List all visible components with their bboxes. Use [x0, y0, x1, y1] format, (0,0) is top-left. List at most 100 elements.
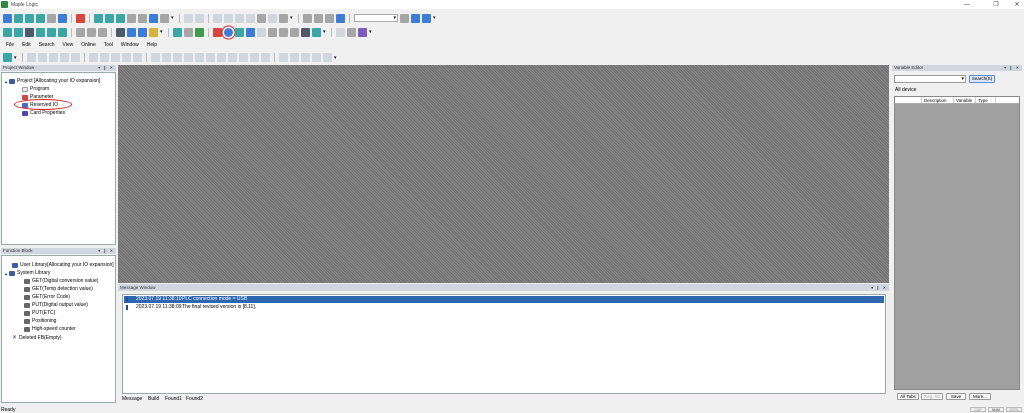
save-as-icon[interactable] [58, 13, 67, 23]
ladder-tool-16-icon[interactable] [261, 53, 270, 62]
insert-row-icon[interactable] [257, 13, 266, 23]
chevron-down-icon[interactable]: ▾ [14, 55, 18, 60]
ladder-block-icon[interactable] [246, 13, 255, 23]
verify-icon[interactable] [58, 27, 67, 37]
copy-icon[interactable] [105, 13, 114, 23]
ladder-tool-13-icon[interactable] [228, 53, 237, 62]
fb-item[interactable]: PUT(Digital output value) [24, 302, 88, 308]
fb-item[interactable]: GET(Temp detection value) [24, 286, 93, 292]
pause-icon[interactable] [98, 27, 107, 37]
options-icon[interactable] [160, 13, 169, 23]
panel-controls[interactable]: ▾ ❙ ✕ [1004, 65, 1020, 71]
force-icon[interactable] [149, 27, 158, 37]
fb-item[interactable]: Positioning [24, 318, 56, 324]
fb-item[interactable]: PUT(ETC) [24, 310, 55, 316]
reg-list-button[interactable]: Reg. list [921, 393, 943, 400]
comment-icon[interactable] [279, 13, 288, 23]
fb-item[interactable]: High-speed counter [24, 326, 76, 332]
panel-controls[interactable]: ▾ ❙ ✕ [871, 284, 887, 291]
zoom-out-icon[interactable] [314, 13, 323, 23]
ladder-tool-6-icon[interactable] [151, 53, 160, 62]
zoom-fit-icon[interactable] [325, 13, 334, 23]
search-button[interactable]: Search(S) [969, 75, 995, 83]
project-settings-icon[interactable] [3, 53, 12, 62]
menu-view[interactable]: View [63, 42, 74, 48]
ladder-tool-8-icon[interactable] [173, 53, 182, 62]
connect-icon[interactable] [25, 27, 34, 37]
tab-all-device[interactable]: All device [895, 87, 916, 93]
variable-search-input[interactable]: ▾ [894, 75, 966, 83]
device-monitor-icon[interactable] [116, 27, 125, 37]
column-header[interactable]: Type [976, 97, 996, 103]
error-log-icon[interactable] [213, 27, 222, 37]
all-tabs-button[interactable]: All Tabs [897, 393, 919, 400]
ladder-tool-12-icon[interactable] [217, 53, 226, 62]
align-right-icon[interactable] [49, 53, 58, 62]
chevron-down-icon[interactable]: ▾ [171, 16, 175, 21]
online-edit-icon[interactable] [195, 27, 204, 37]
reserved-io-highlight-icon[interactable] [224, 27, 233, 37]
step-icon[interactable] [290, 53, 299, 62]
deleted-fb[interactable]: ✕ Deleted FB(Empty) [12, 334, 62, 342]
graph-icon[interactable] [246, 27, 255, 37]
tab-found1[interactable]: Found1 [165, 396, 182, 402]
go-to-icon[interactable] [411, 13, 420, 23]
stop-icon[interactable] [87, 27, 96, 37]
column-header[interactable]: Variable [954, 97, 976, 103]
ladder-tool-2-icon[interactable] [100, 53, 109, 62]
ladder-tool-14-icon[interactable] [239, 53, 248, 62]
paste-icon[interactable] [116, 13, 125, 23]
ladder-tool-7-icon[interactable] [162, 53, 171, 62]
menu-file[interactable]: File [6, 42, 14, 48]
password-icon[interactable] [279, 27, 288, 37]
compile-icon[interactable] [3, 27, 12, 37]
ladder-coil-icon[interactable] [224, 13, 233, 23]
chevron-down-icon[interactable]: ▾ [334, 55, 338, 60]
build-icon[interactable] [14, 27, 23, 37]
report-icon[interactable] [347, 27, 356, 37]
download-icon[interactable] [36, 27, 45, 37]
ladder-tool-11-icon[interactable] [206, 53, 215, 62]
message-row[interactable]: 2023.07.19 11:38:09 The final revised ve… [124, 304, 884, 311]
grid-icon[interactable] [60, 53, 69, 62]
menu-tool[interactable]: Tool [104, 42, 113, 48]
ladder-tool-3-icon[interactable] [111, 53, 120, 62]
close-project-icon[interactable] [36, 13, 45, 23]
reset-icon[interactable] [184, 27, 193, 37]
workspace-area[interactable] [118, 65, 889, 283]
monitor-icon[interactable] [336, 13, 345, 23]
ladder-tool-1-icon[interactable] [89, 53, 98, 62]
minimize-button[interactable]: — [955, 0, 979, 9]
find-icon[interactable] [138, 13, 147, 23]
more-button[interactable]: More... [969, 393, 991, 400]
system-library[interactable]: ▴ System Library [5, 270, 50, 276]
redo-icon[interactable] [195, 13, 204, 23]
upload-icon[interactable] [47, 27, 56, 37]
tab-build[interactable]: Build [148, 396, 159, 402]
menu-help[interactable]: Help [147, 42, 157, 48]
tree-item-program[interactable]: Program [22, 86, 49, 92]
chevron-down-icon[interactable]: ▾ [369, 30, 373, 35]
trend-icon[interactable] [138, 27, 147, 37]
chevron-down-icon[interactable]: ▾ [290, 16, 294, 21]
global-search-icon[interactable] [422, 13, 431, 23]
zoom-dropdown[interactable]: ▾ [354, 14, 398, 22]
simulator-icon[interactable] [312, 27, 321, 37]
user-library[interactable]: User Library[Allocating your IO expansio… [12, 262, 114, 268]
ladder-tool-10-icon[interactable] [195, 53, 204, 62]
undo-icon[interactable] [184, 13, 193, 23]
message-row[interactable]: 2023.07.19 11:38:10 PLC connection mode … [124, 296, 884, 303]
tab-found2[interactable]: Found2 [186, 396, 203, 402]
align-left-icon[interactable] [27, 53, 36, 62]
zoom-in-icon[interactable] [303, 13, 312, 23]
plc-info-icon[interactable] [173, 27, 182, 37]
ladder-tool-9-icon[interactable] [184, 53, 193, 62]
search-icon[interactable] [400, 13, 409, 23]
open-file-icon[interactable] [14, 13, 23, 23]
column-header[interactable]: Description [922, 97, 954, 103]
print-icon[interactable] [76, 13, 85, 23]
new-file-icon[interactable] [3, 13, 12, 23]
scan-time-icon[interactable] [268, 27, 277, 37]
panel-controls[interactable]: ▾ ❙ ✕ [98, 248, 114, 254]
chevron-down-icon[interactable]: ▾ [323, 30, 327, 35]
